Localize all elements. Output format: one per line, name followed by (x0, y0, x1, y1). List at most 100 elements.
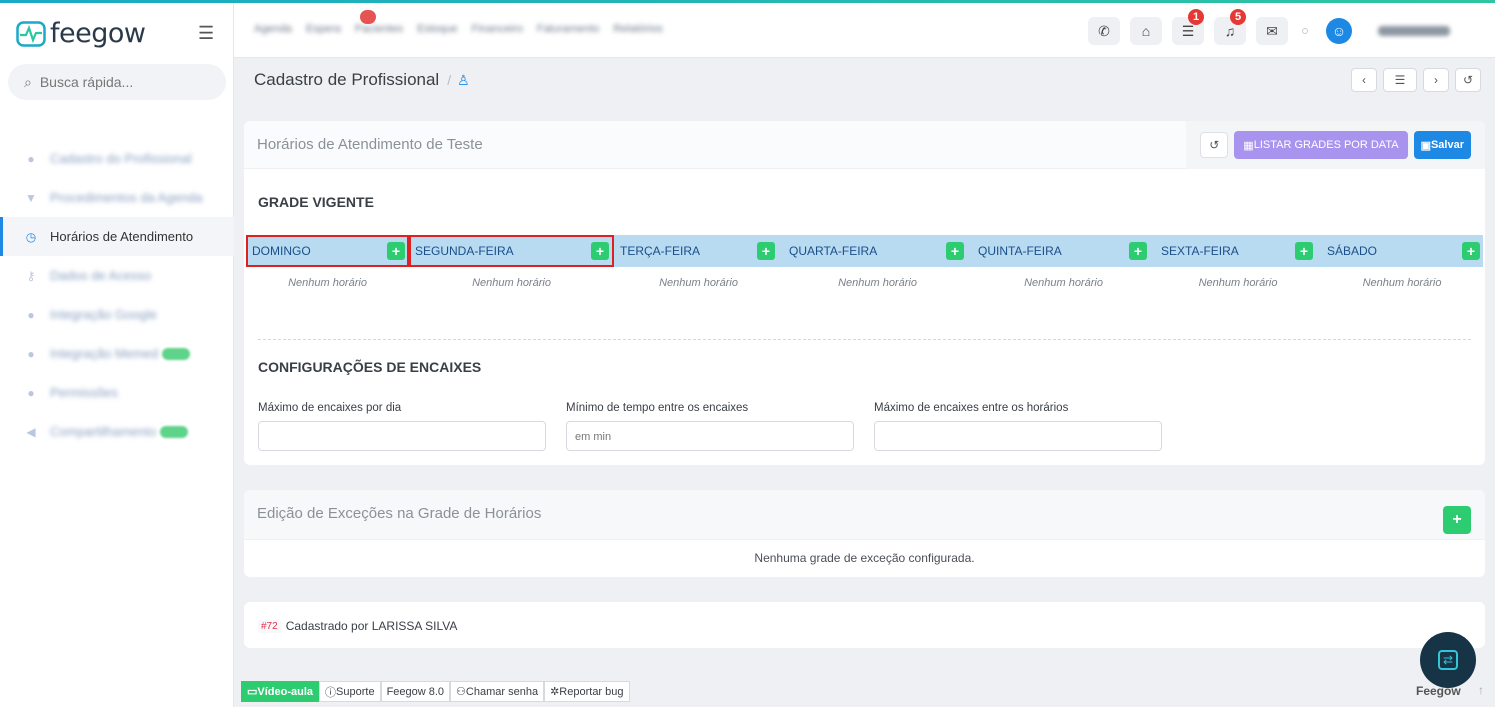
new-badge (160, 425, 189, 438)
add-schedule-button[interactable]: + (1295, 242, 1313, 260)
bug-icon: ✲ (550, 686, 560, 698)
chat-icon: ✉ (1266, 22, 1278, 39)
max-encaixes-dia-input[interactable] (258, 421, 546, 451)
history-button[interactable]: ↺ (1200, 132, 1229, 158)
previous-button[interactable]: ‹ (1351, 68, 1377, 92)
nav-item-agenda[interactable]: Agenda (254, 23, 292, 35)
min-tempo-encaixes-input[interactable]: em min (566, 421, 854, 451)
call-label: Chamar senha (465, 685, 539, 698)
sidebar-item-compartilhamento[interactable]: ◀ Compartilhamento (0, 412, 234, 451)
nav-item-relatorios[interactable]: Relatórios (613, 23, 663, 35)
empty-slot-text: Nenhum horário (659, 277, 738, 289)
menu-toggle-icon[interactable]: ☰ (198, 23, 214, 44)
user-name[interactable] (1378, 26, 1450, 36)
record-id: #72 (258, 619, 281, 633)
floating-action-button[interactable]: ⇄ (1420, 632, 1476, 688)
sidebar-item-horarios[interactable]: ◷ Horários de Atendimento (0, 217, 234, 256)
nav-item-espera[interactable]: Espera (306, 23, 341, 35)
sidebar-item-acesso[interactable]: ⚷ Dados de Acesso (0, 256, 234, 295)
sidebar-menu: ● Cadastro do Profissional ▼ Procediment… (0, 139, 234, 451)
nav-item-pacientes[interactable]: Pacientes (355, 23, 403, 35)
video-lesson-button[interactable]: ▭ Vídeo-aula (241, 681, 320, 702)
support-label: Suporte (336, 685, 375, 698)
exceptions-title: Edição de Exceções na Grade de Horários (257, 505, 542, 522)
notifications-button[interactable]: ♫ 5 (1214, 9, 1246, 45)
empty-slot-text: Nenhum horário (1024, 277, 1103, 289)
floppy-icon: ▣ (1420, 139, 1431, 152)
add-schedule-button[interactable]: + (387, 242, 405, 260)
next-button[interactable]: › (1423, 68, 1449, 92)
top-bar: Agenda Espera Pacientes Estoque Financei… (234, 3, 1495, 58)
nav-badge (360, 10, 376, 24)
help-icon: ⓘ (325, 686, 337, 699)
status-dot (1302, 28, 1308, 34)
version-label[interactable]: Feegow 8.0 (380, 681, 451, 702)
phone-button[interactable]: ✆ (1088, 17, 1120, 45)
user-icon: ● (27, 151, 35, 166)
field-label: Mínimo de tempo entre os encaixes (566, 402, 749, 414)
history-icon: ↺ (1462, 73, 1474, 87)
nav-item-estoque[interactable]: Estoque (417, 23, 457, 35)
add-schedule-button[interactable]: + (1129, 242, 1147, 260)
empty-slot-text: Nenhum horário (1362, 277, 1442, 289)
filter-icon: ▼ (25, 190, 37, 205)
inbox-icon: ⌂ (1141, 23, 1151, 39)
share-icon: ◀ (26, 424, 36, 439)
sidebar-item-google[interactable]: ● Integração Google (0, 295, 234, 334)
nav-item-financeiro[interactable]: Financeiro (471, 23, 522, 35)
sidebar-item-permissoes[interactable]: ● Permissões (0, 373, 234, 412)
exceptions-empty-text: Nenhuma grade de exceção configurada. (754, 551, 975, 565)
sidebar-item-label: Cadastro do Profissional (50, 151, 192, 166)
page-title-text: Cadastro de Profissional (254, 70, 440, 89)
add-schedule-button[interactable]: + (757, 242, 775, 260)
nav-item-faturamento[interactable]: Faturamento (537, 23, 599, 35)
search-input[interactable]: ⌕ Busca rápida... (8, 64, 226, 100)
logo[interactable]: feegow (16, 18, 146, 49)
schedule-card-header: Horários de Atendimento de Teste ↺ ▦ LIS… (244, 121, 1485, 169)
people-icon: ⚇ (456, 686, 466, 698)
call-ticket-button[interactable]: ⚇ Chamar senha (450, 681, 545, 702)
list-grades-button[interactable]: ▦ LISTAR GRADES POR DATA (1234, 131, 1408, 159)
sidebar-item-label: Horários de Atendimento (50, 229, 194, 244)
sidebar-item-memed[interactable]: ● Integração Memed (0, 334, 234, 373)
add-schedule-button[interactable]: + (1462, 242, 1480, 260)
new-badge (162, 347, 191, 360)
max-encaixes-horarios-input[interactable] (874, 421, 1162, 451)
schedule-actions: ↺ ▦ LISTAR GRADES POR DATA ▣ Salvar (1186, 121, 1485, 169)
add-schedule-button[interactable]: + (591, 242, 609, 260)
empty-slot-text: Nenhum horário (472, 277, 551, 289)
page-header: Cadastro de Profissional / ♙ ‹ ☰ › ↺ (234, 58, 1495, 102)
day-sexta: SEXTA-FEIRA + (1155, 235, 1321, 267)
exceptions-card: Edição de Exceções na Grade de Horários … (244, 490, 1485, 577)
google-icon: ● (27, 307, 35, 322)
search-icon: ⌕ (24, 73, 32, 90)
sidebar-item-label: Integração Google (50, 307, 157, 322)
add-exception-button[interactable]: + (1443, 506, 1471, 534)
chat-button[interactable]: ✉ (1256, 17, 1288, 45)
sidebar-item-label: Dados de Acesso (50, 268, 152, 283)
logo-icon (16, 20, 46, 47)
day-name: SÁBADO (1327, 244, 1378, 258)
avatar[interactable]: ☺ (1326, 18, 1352, 44)
inbox-button[interactable]: ⌂ (1130, 17, 1162, 45)
record-navigation: ‹ ☰ › ↺ (1351, 68, 1481, 92)
scroll-top-icon[interactable]: ↑ (1470, 683, 1492, 701)
support-button[interactable]: ⓘ Suporte (319, 681, 381, 702)
weekday-header: DOMINGO + SEGUNDA-FEIRA + TERÇA-FEIRA + … (246, 235, 1483, 267)
list-button[interactable]: ☰ (1383, 68, 1417, 92)
key-icon: ⚷ (26, 268, 36, 283)
add-schedule-button[interactable]: + (946, 242, 964, 260)
day-name: QUINTA-FEIRA (978, 244, 1062, 258)
tasks-button[interactable]: ☰ 1 (1172, 9, 1204, 45)
phone-icon: ✆ (1098, 22, 1110, 39)
video-icon: ▭ (247, 686, 258, 698)
sidebar-item-cadastro[interactable]: ● Cadastro do Profissional (0, 139, 234, 178)
search-placeholder: Busca rápida... (39, 74, 134, 90)
save-button[interactable]: ▣ Salvar (1413, 131, 1471, 159)
grade-vigente-title: GRADE VIGENTE (258, 194, 374, 210)
report-bug-button[interactable]: ✲ Reportar bug (544, 681, 630, 702)
history-button[interactable]: ↺ (1455, 68, 1481, 92)
divider (258, 339, 1471, 340)
sidebar-item-procedimentos[interactable]: ▼ Procedimentos da Agenda (0, 178, 234, 217)
registry-text: Cadastrado por LARISSA SILVA (285, 619, 458, 633)
